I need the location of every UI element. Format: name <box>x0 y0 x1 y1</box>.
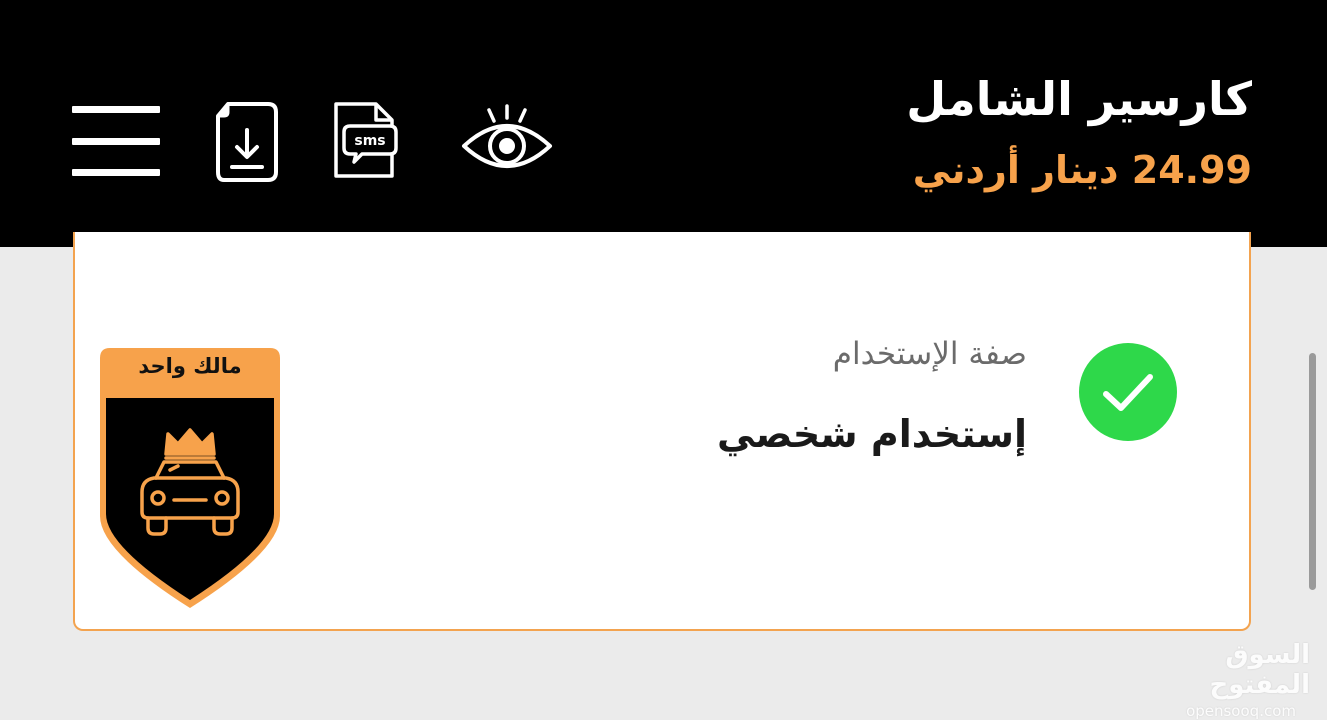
badge-label: مالك واحد <box>138 354 242 378</box>
svg-text:sms: sms <box>354 133 385 149</box>
watermark: السوق المفتوح opensooq.com <box>1150 640 1310 720</box>
check-circle-icon <box>1078 342 1178 442</box>
usage-type-value: إستخدام شخصي <box>717 412 1027 456</box>
watermark-latin: opensooq.com <box>1186 702 1296 720</box>
price-label: 24.99 دينار أردني <box>912 148 1252 192</box>
eye-icon[interactable] <box>460 104 554 172</box>
header-bar: كارسير الشامل 24.99 دينار أردني sms <box>0 0 1327 247</box>
menu-icon[interactable] <box>72 106 160 176</box>
download-document-icon[interactable] <box>212 100 282 182</box>
scrollbar[interactable] <box>1309 353 1316 590</box>
sms-icon[interactable]: sms <box>330 100 398 180</box>
page-title: كارسير الشامل <box>906 72 1252 126</box>
single-owner-badge <box>98 346 282 610</box>
watermark-arabic: السوق المفتوح <box>1209 640 1310 700</box>
usage-type-label: صفة الإستخدام <box>832 336 1027 372</box>
